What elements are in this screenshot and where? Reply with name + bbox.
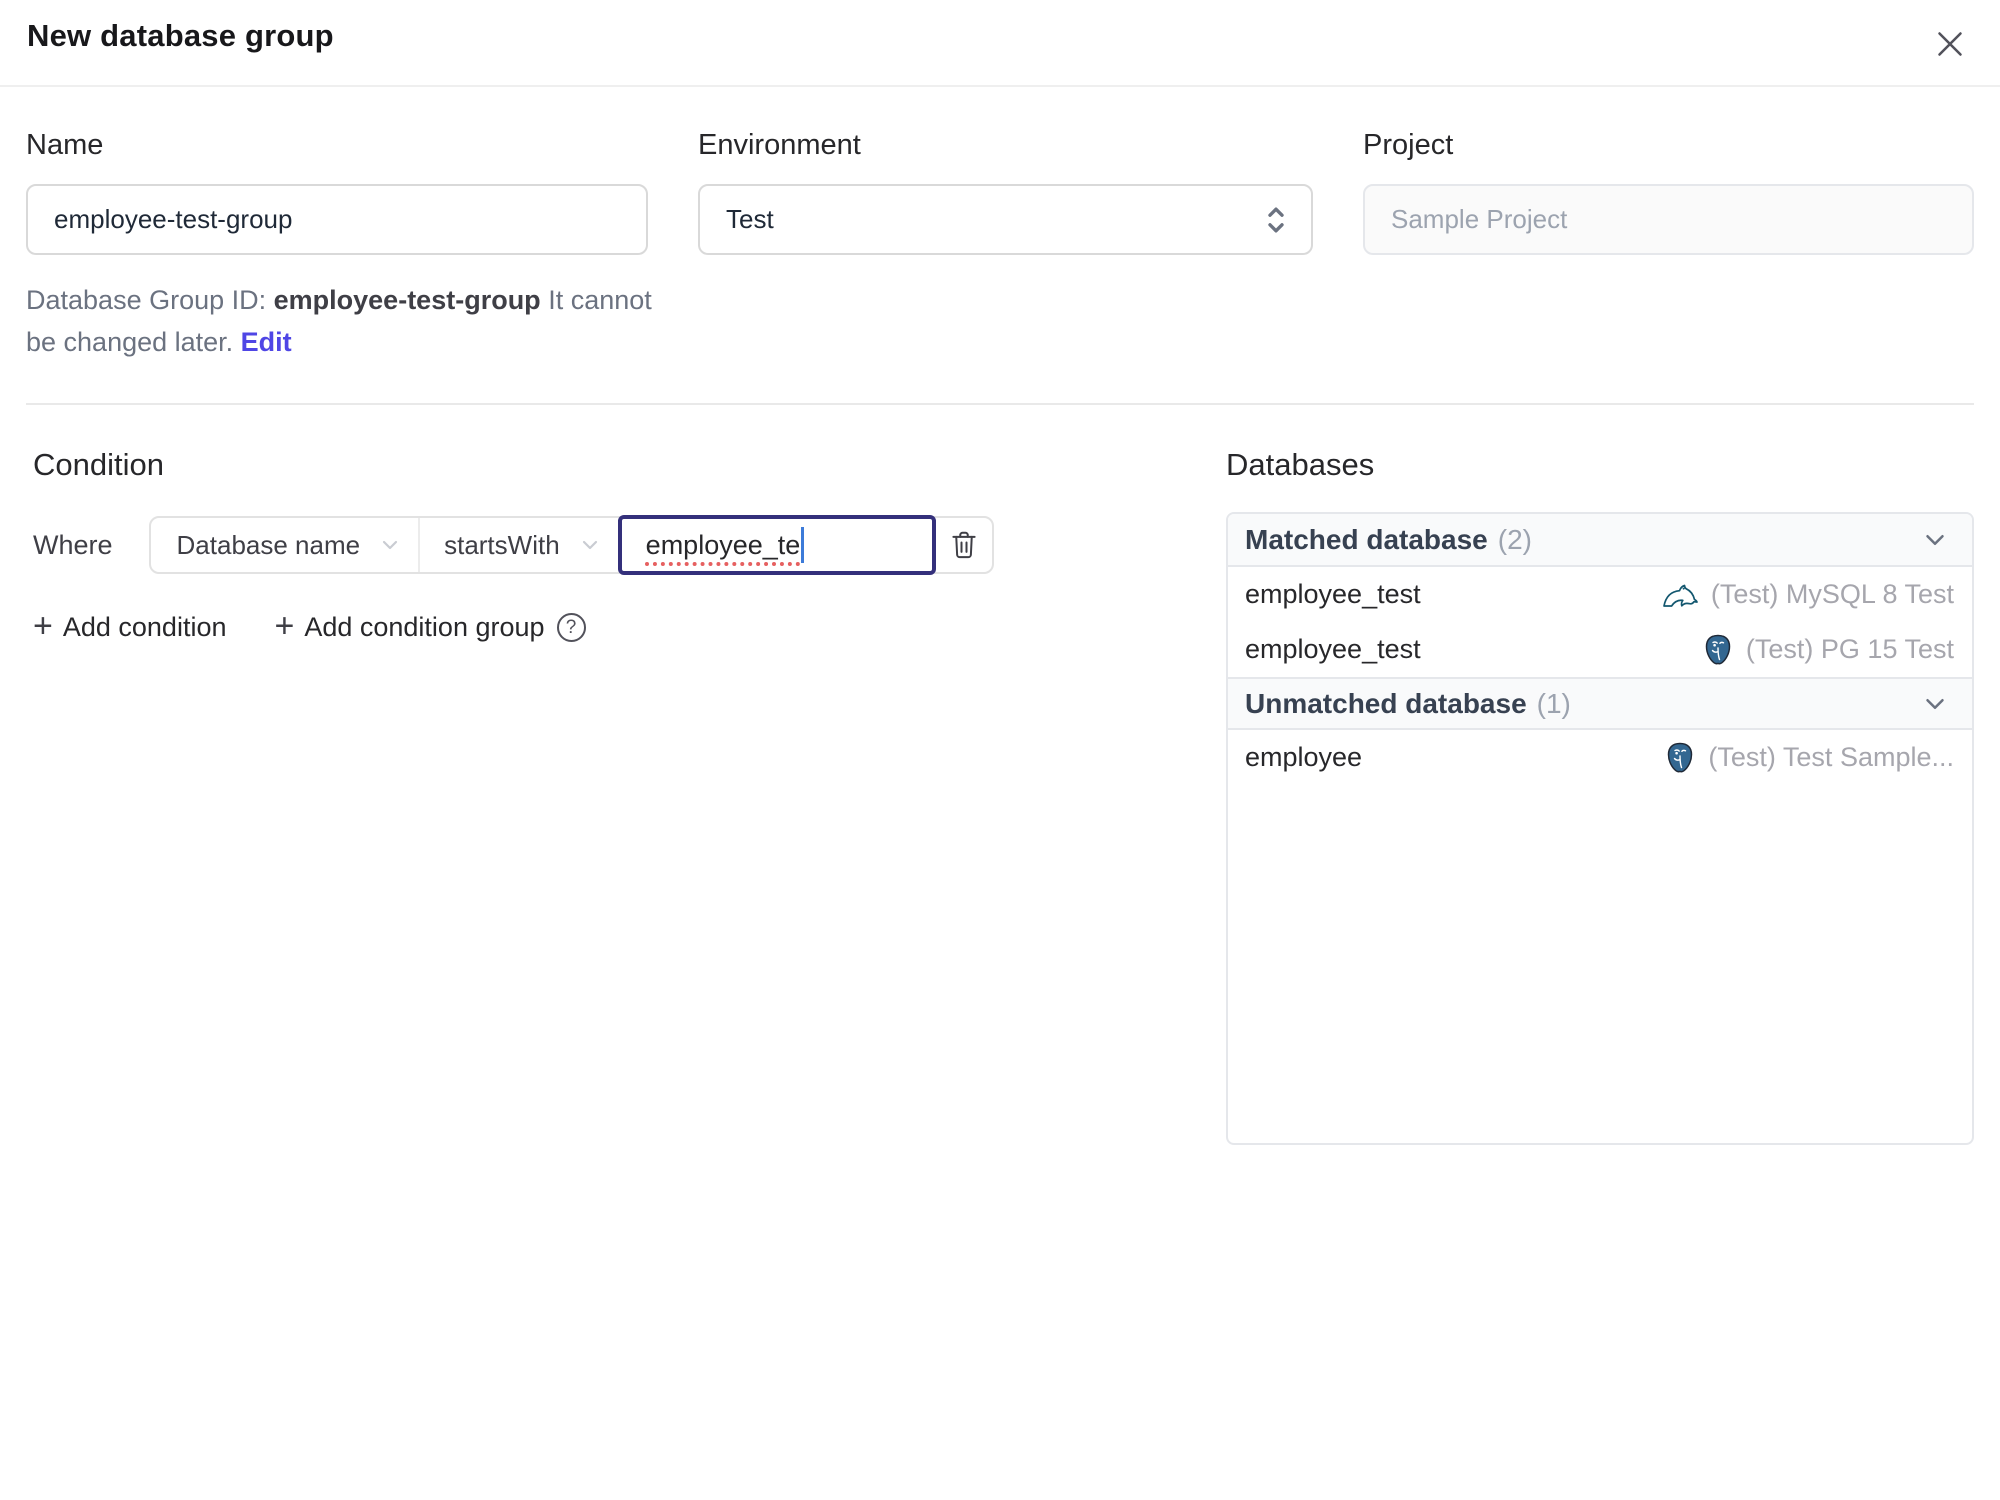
condition-actions: + Add condition + Add condition group ? [33, 607, 1226, 645]
chevron-down-icon [1926, 534, 1944, 545]
databases-section: Databases Matched database (2) employee_t… [1226, 447, 1974, 1145]
condition-factor-select[interactable]: Database name [151, 518, 419, 572]
database-instance: (Test) Test Sample... [1664, 741, 1954, 774]
add-condition-group-label: Add condition group [304, 612, 545, 642]
condition-value-input[interactable]: employee_te [617, 515, 936, 575]
close-icon [1938, 32, 1962, 56]
chevron-down-icon [1926, 698, 1944, 709]
chevron-down-icon [382, 540, 398, 550]
databases-panel: Matched database (2) employee_test (Test)… [1226, 512, 1974, 1145]
condition-section: Condition Where Database name startsWith [26, 447, 1226, 643]
group-id-value: employee-test-group [273, 285, 541, 315]
environment-label: Environment [698, 129, 861, 161]
dialog-title: New database group [27, 18, 334, 53]
add-condition-button[interactable]: + Add condition [33, 607, 227, 645]
edit-group-id-link[interactable]: Edit [241, 327, 292, 357]
plus-icon: + [33, 607, 53, 645]
section-divider [26, 403, 1974, 405]
condition-heading: Condition [33, 447, 164, 482]
database-instance: (Test) MySQL 8 Test [1661, 579, 1954, 610]
project-input: Sample Project [1363, 184, 1974, 255]
condition-value-text: employee_te [645, 529, 801, 560]
name-label: Name [26, 129, 104, 161]
environment-select[interactable]: Test [698, 184, 1313, 255]
name-field-group: Name Database Group ID: employee-test-gr… [26, 129, 652, 363]
plus-icon: + [274, 607, 295, 645]
database-instance-label: (Test) Test Sample... [1708, 742, 1954, 772]
databases-heading: Databases [1226, 447, 1375, 482]
group-id-note-prefix: Database Group ID: [26, 285, 274, 315]
matched-database-header[interactable]: Matched database (2) [1228, 514, 1972, 567]
name-input[interactable] [26, 184, 648, 255]
database-instance-label: (Test) PG 15 Test [1745, 634, 1954, 664]
add-condition-group-button[interactable]: + Add condition group ? [274, 607, 586, 645]
matched-database-label: Matched database [1245, 523, 1488, 555]
database-row[interactable]: employee (Test) Test Sample... [1228, 730, 1972, 785]
database-row[interactable]: employee_test (Test) MySQL 8 Test [1228, 567, 1972, 622]
environment-selected-value: Test [726, 204, 774, 234]
chevron-down-icon [582, 540, 597, 550]
condition-factor-value: Database name [176, 529, 361, 560]
project-field-group: Project Sample Project [1363, 129, 1974, 363]
unmatched-database-count: (1) [1536, 687, 1571, 719]
matched-database-title: Matched database (2) [1245, 524, 1532, 556]
trash-icon [952, 531, 976, 559]
delete-condition-button[interactable] [936, 518, 992, 572]
database-name: employee_test [1245, 579, 1421, 609]
unmatched-database-label: Unmatched database [1245, 687, 1527, 719]
postgresql-icon [1705, 634, 1731, 665]
condition-operator-select[interactable]: startsWith [418, 518, 618, 572]
project-label: Project [1363, 129, 1454, 161]
form-grid: Name Database Group ID: employee-test-gr… [26, 129, 1974, 363]
postgresql-icon [1668, 742, 1693, 773]
condition-row: Where Database name startsWith employee_… [33, 515, 1226, 575]
database-instance: (Test) PG 15 Test [1702, 633, 1954, 666]
close-button[interactable] [1930, 24, 1970, 64]
add-condition-label: Add condition [62, 612, 227, 642]
database-name: employee_test [1245, 634, 1421, 664]
help-icon[interactable]: ? [556, 613, 586, 642]
unmatched-database-header[interactable]: Unmatched database (1) [1228, 677, 1972, 730]
database-row[interactable]: employee_test (Test) PG 15 Test [1228, 622, 1972, 677]
environment-field-group: Environment Test [698, 129, 1313, 363]
database-name: employee [1245, 742, 1363, 772]
condition-expression-group: Database name startsWith employee_te [148, 515, 994, 575]
condition-operator-value: startsWith [444, 529, 560, 560]
select-updown-icon [1268, 207, 1284, 232]
matched-database-count: (2) [1497, 523, 1532, 555]
mysql-icon [1663, 584, 1698, 607]
dialog-header: New database group [0, 0, 2000, 87]
database-instance-label: (Test) MySQL 8 Test [1710, 579, 1954, 609]
text-cursor [801, 527, 805, 563]
group-id-note: Database Group ID: employee-test-group I… [26, 279, 666, 363]
where-label: Where [33, 529, 113, 560]
project-value: Sample Project [1391, 204, 1568, 234]
unmatched-database-title: Unmatched database (1) [1245, 688, 1571, 720]
